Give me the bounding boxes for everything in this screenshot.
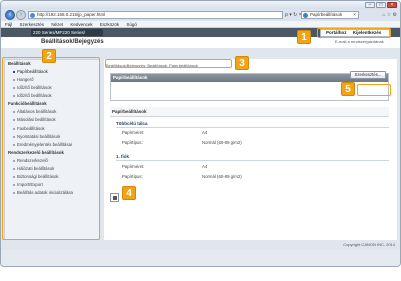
tab-close-icon[interactable]: × [353, 12, 356, 18]
row-value: Normál (60-89 g/m2) [202, 174, 242, 179]
menu-file[interactable]: Fájl [5, 21, 12, 28]
url-action-icons[interactable]: ρ ▾ ↻ × [285, 12, 302, 18]
menu-tools[interactable]: Eszközök [100, 21, 119, 28]
title-bar: – □ × [1, 1, 400, 9]
copyright: Copyright CANON INC. 2014 [343, 242, 395, 247]
row-label: Papírméret: [122, 164, 145, 169]
row-label: Papírtípus: [122, 174, 143, 179]
email-admin-link[interactable]: E-mail a rendszergazdának [335, 39, 384, 44]
home-favorites-settings-icons[interactable]: ⌂ ☆ ⚙ [382, 12, 397, 18]
address-bar-row: ‹ › http://192.168.0.215/jp_paper.html ρ… [1, 9, 400, 21]
edit-button[interactable]: Szerkesztés... [350, 71, 386, 79]
menu-view[interactable]: Nézet [51, 21, 63, 28]
section-title: Papírbeállítások [110, 107, 389, 117]
page-title: Beállítások/Bejegyzés [41, 39, 104, 45]
row-value: A4 [202, 164, 208, 169]
forward-button[interactable]: › [16, 10, 26, 20]
url-text: http://192.168.0.215/jp_paper.html [37, 12, 106, 17]
minimize-button[interactable]: – [365, 2, 375, 8]
tab-icon [303, 13, 308, 18]
callout-highlight-5 [357, 84, 391, 96]
callout-badge-2: 2 [42, 49, 56, 63]
device-name: 220 Series/MF220 Series/ [31, 29, 103, 36]
callout-highlight-1 [317, 28, 391, 38]
top-icon [113, 196, 117, 200]
browser-tab[interactable]: Papírbeállítások × [301, 11, 359, 19]
menu-edit[interactable]: Szerkesztés [20, 21, 45, 28]
callout-badge-3: 3 [235, 56, 249, 70]
status-area [1, 250, 400, 266]
menu-bar: Fájl Szerkesztés Nézet Kedvencek Eszközö… [1, 21, 400, 28]
menu-help[interactable]: Súgó [126, 21, 137, 28]
tab-title: Papírbeállítások [310, 12, 343, 17]
row-value: A4 [202, 130, 208, 135]
callout-highlight-2 [2, 57, 100, 240]
row-value: Normál (60-89 g/m2) [202, 140, 242, 145]
maximize-button[interactable]: □ [376, 2, 386, 8]
row-label: Papírméret: [122, 130, 145, 135]
callout-badge-5: 5 [341, 82, 355, 96]
close-window-button[interactable]: × [387, 2, 397, 8]
panel-title: Papírbeállítások [111, 74, 388, 82]
subsection-drawer-1: 1. fiók [116, 153, 389, 161]
page-icon [30, 13, 35, 18]
callout-badge-4: 4 [122, 186, 136, 200]
row-label: Papírtípus: [122, 140, 143, 145]
menu-favorites[interactable]: Kedvencek [70, 21, 92, 28]
url-field[interactable]: http://192.168.0.215/jp_paper.html [28, 11, 283, 19]
subsection-multipurpose-tray: Többcélú tálca [116, 120, 389, 128]
window-controls: – □ × [365, 2, 397, 8]
callout-highlight-3 [105, 59, 232, 68]
callout-badge-1: 1 [297, 30, 311, 44]
back-to-top-button[interactable] [110, 193, 119, 202]
back-button[interactable]: ‹ [5, 10, 15, 20]
